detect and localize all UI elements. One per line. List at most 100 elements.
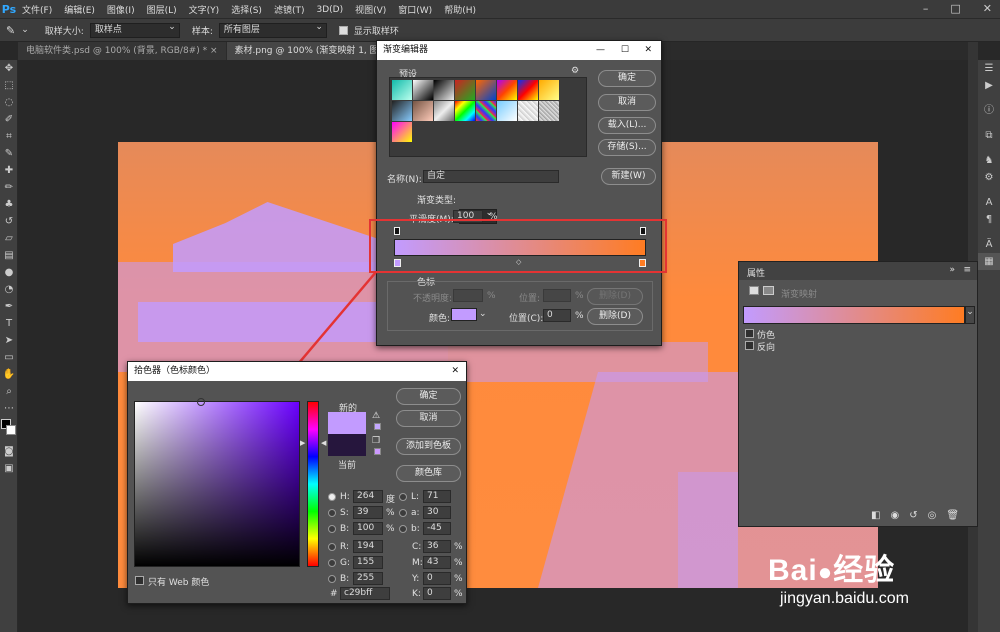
preset-swatch[interactable] — [413, 101, 433, 121]
lasso-tool-icon[interactable]: ◌ — [0, 94, 18, 111]
menu-window[interactable]: 窗口(W) — [398, 3, 432, 16]
lab-l-radio[interactable] — [399, 493, 407, 501]
gradient-load-button[interactable]: 载入(L)... — [598, 117, 656, 134]
preset-swatch[interactable] — [518, 101, 538, 121]
blue-radio[interactable] — [328, 575, 336, 583]
red-radio[interactable] — [328, 543, 336, 551]
web-only-checkbox[interactable] — [135, 576, 144, 585]
preset-swatch[interactable] — [476, 80, 496, 100]
mask-icon[interactable] — [763, 286, 774, 295]
picker-ok-button[interactable]: 确定 — [396, 388, 461, 405]
magenta-input[interactable]: 43 — [423, 556, 451, 569]
hue-radio[interactable] — [328, 493, 336, 501]
sliders-icon[interactable]: ⚙ — [978, 169, 1000, 186]
collapse-icon[interactable]: » — [949, 265, 955, 275]
move-tool-icon[interactable]: ✥ — [0, 60, 18, 77]
gradient-save-button[interactable]: 存储(S)... — [598, 139, 656, 156]
preset-swatch[interactable] — [392, 101, 412, 121]
preset-swatch[interactable] — [497, 80, 517, 100]
type-tool-icon[interactable]: T — [0, 315, 18, 332]
panel-menu-icon[interactable]: ≡ — [963, 265, 971, 275]
brightness-radio[interactable] — [328, 525, 336, 533]
paragraph-icon[interactable]: ¶ — [978, 211, 1000, 228]
eyedropper-tool-icon[interactable]: ✎ — [0, 145, 18, 162]
preset-swatch[interactable] — [434, 101, 454, 121]
character-icon[interactable]: A — [978, 194, 1000, 211]
properties-gradient-preview[interactable] — [743, 306, 965, 324]
gradient-ok-button[interactable]: 确定 — [598, 70, 656, 87]
quick-mask-icon[interactable]: ◙ — [0, 443, 18, 460]
chevron-down-icon[interactable]: ⌄ — [965, 306, 975, 324]
name-input[interactable]: 自定 — [423, 170, 559, 183]
shape-tool-icon[interactable]: ▭ — [0, 349, 18, 366]
sample-select[interactable]: 所有图层 — [218, 21, 327, 38]
menu-filter[interactable]: 滤镜(T) — [274, 3, 305, 16]
history-panel-icon[interactable]: ☰ — [978, 60, 1000, 77]
info-icon[interactable]: ⓘ — [978, 102, 1000, 119]
picker-cursor-icon[interactable] — [197, 398, 205, 406]
brush-tool-icon[interactable]: ✏ — [0, 179, 18, 196]
close-icon[interactable]: ✕ — [983, 2, 992, 15]
add-to-swatches-button[interactable]: 添加到色板 — [396, 438, 461, 455]
brush-settings-icon[interactable]: ♞ — [978, 152, 1000, 169]
crop-tool-icon[interactable]: ⌗ — [0, 128, 18, 145]
red-input[interactable]: 194 — [353, 540, 383, 553]
properties-icon[interactable]: ▦ — [978, 253, 1000, 270]
glyphs-icon[interactable]: Ä — [978, 236, 1000, 253]
hue-input[interactable]: 264 — [353, 490, 383, 503]
web-safe-cube-icon[interactable]: ❒ — [372, 436, 380, 446]
preset-swatch[interactable] — [455, 101, 475, 121]
lab-a-radio[interactable] — [399, 509, 407, 517]
hex-input[interactable]: c29bff — [340, 587, 390, 600]
preset-swatch[interactable] — [392, 80, 412, 100]
marquee-tool-icon[interactable]: ⬚ — [0, 77, 18, 94]
current-color-preview[interactable] — [328, 434, 366, 456]
show-ring-checkbox[interactable] — [338, 25, 348, 35]
background-color-swatch[interactable] — [6, 425, 16, 435]
green-radio[interactable] — [328, 559, 336, 567]
hand-tool-icon[interactable]: ✋ — [0, 366, 18, 383]
zoom-tool-icon[interactable]: ⌕ — [0, 383, 18, 400]
actions-play-icon[interactable]: ▶ — [978, 77, 1000, 94]
color-location-input[interactable]: 0 — [543, 309, 571, 322]
color-delete-button[interactable]: 删除(D) — [587, 308, 643, 325]
lab-b-input[interactable]: -45 — [423, 522, 451, 535]
close-icon[interactable]: ✕ — [451, 362, 459, 381]
minimize-icon[interactable]: — — [596, 41, 605, 60]
trash-icon[interactable]: 🗑 — [946, 510, 959, 521]
menu-select[interactable]: 选择(S) — [231, 3, 262, 16]
preset-swatch[interactable] — [539, 80, 559, 100]
gradient-tool-icon[interactable]: ▤ — [0, 247, 18, 264]
gamut-swatch[interactable] — [374, 423, 381, 430]
preset-swatch[interactable] — [497, 101, 517, 121]
stop-color-swatch[interactable] — [451, 308, 477, 321]
menu-3d[interactable]: 3D(D) — [316, 5, 343, 15]
gradient-cancel-button[interactable]: 取消 — [598, 94, 656, 111]
saturation-brightness-field[interactable] — [134, 398, 300, 567]
more-tools-icon[interactable]: ⋯ — [0, 400, 18, 417]
presets-gear-icon[interactable]: ⚙ — [571, 66, 579, 76]
reverse-checkbox[interactable] — [745, 341, 754, 350]
menu-image[interactable]: 图像(I) — [107, 3, 135, 16]
tab-document-1[interactable]: 电脑软件类.psd @ 100% (背景, RGB/8#) * × — [18, 42, 226, 60]
warning-icon[interactable]: ⚠ — [372, 411, 380, 421]
stamp-tool-icon[interactable]: ♣ — [0, 196, 18, 213]
view-previous-icon[interactable]: ◉ — [890, 510, 899, 521]
preset-swatch[interactable] — [434, 80, 454, 100]
yellow-input[interactable]: 0 — [423, 572, 451, 585]
dodge-tool-icon[interactable]: ◔ — [0, 281, 18, 298]
menu-view[interactable]: 视图(V) — [355, 3, 386, 16]
screen-mode-icon[interactable]: ▣ — [0, 460, 18, 477]
hue-slider[interactable] — [307, 401, 319, 567]
close-icon[interactable]: × — [210, 46, 218, 56]
menu-help[interactable]: 帮助(H) — [444, 3, 476, 16]
opacity-delete-button[interactable]: 删除(D) — [587, 288, 643, 305]
stop-opacity-input[interactable] — [453, 289, 483, 302]
chevron-down-icon[interactable]: ⌄ — [479, 309, 487, 319]
brightness-input[interactable]: 100 — [353, 522, 383, 535]
eyedropper-tool-icon[interactable]: ✎ — [6, 24, 15, 37]
preset-swatch[interactable] — [539, 101, 559, 121]
menu-file[interactable]: 文件(F) — [22, 3, 52, 16]
lab-b-radio[interactable] — [399, 525, 407, 533]
pen-tool-icon[interactable]: ✒ — [0, 298, 18, 315]
